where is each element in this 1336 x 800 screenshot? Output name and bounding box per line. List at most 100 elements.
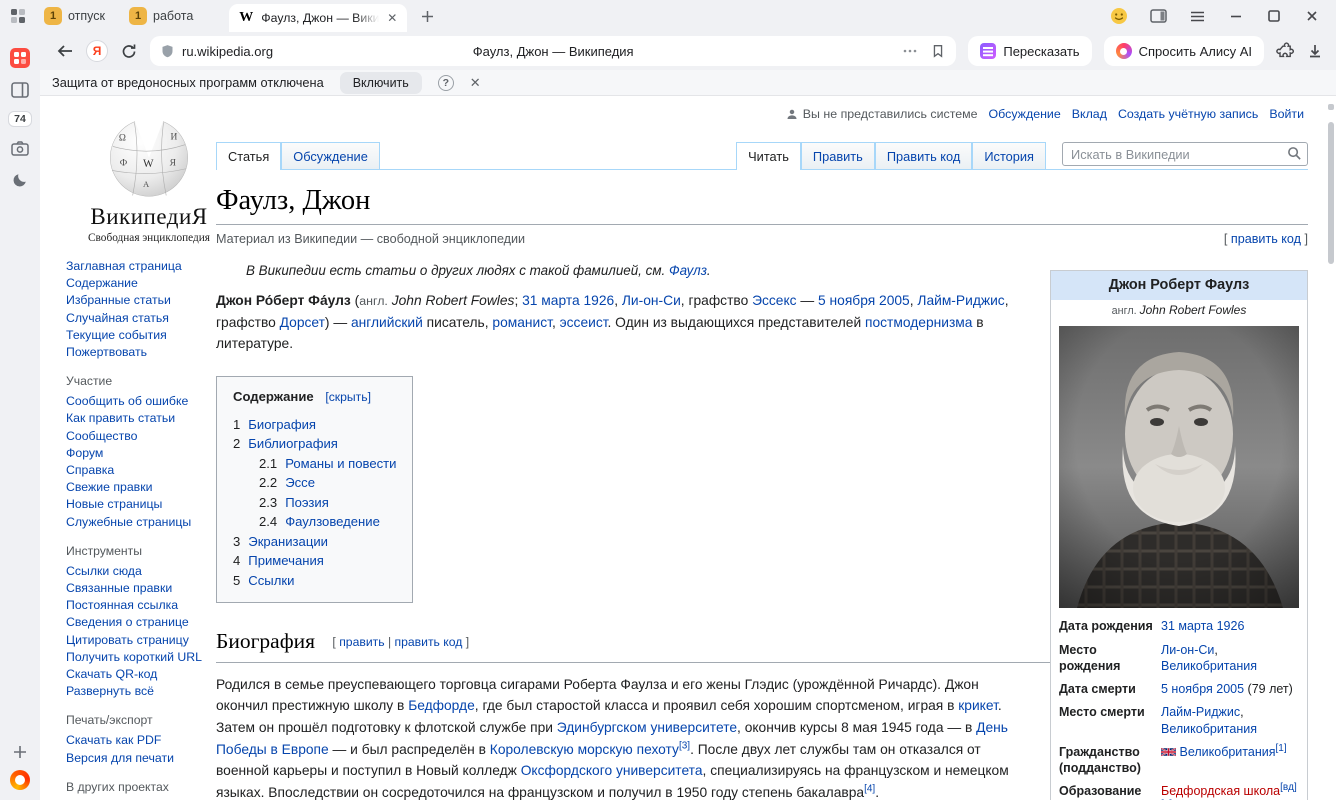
toc-hide-link[interactable]: [скрыть] xyxy=(325,390,371,404)
notification-close-icon[interactable]: ✕ xyxy=(470,75,481,91)
sidebar-link[interactable]: Сообщить об ошибке xyxy=(66,393,218,410)
tab-read[interactable]: Читать xyxy=(736,142,801,169)
tab-edit[interactable]: Править xyxy=(801,142,875,169)
counter-badge[interactable]: 74 xyxy=(8,111,32,127)
side-panel-toggle-icon[interactable] xyxy=(1150,8,1167,24)
infobox-value[interactable]: Лайм-Риджис, Великобритания xyxy=(1153,704,1299,737)
search-icon[interactable] xyxy=(1287,146,1302,161)
sidebar-link[interactable]: Избранные статьи xyxy=(66,292,218,309)
rewards-smiley-icon[interactable] xyxy=(1110,7,1128,25)
yandex-services-icon[interactable] xyxy=(10,42,30,74)
toc-item[interactable]: 3Экранизации xyxy=(233,532,396,552)
toc-link[interactable]: Романы и повести xyxy=(285,456,396,471)
sidebar-link[interactable]: Связанные правки xyxy=(66,580,218,597)
sidebar-link[interactable]: Форум xyxy=(66,445,218,462)
screenshot-icon[interactable] xyxy=(11,132,29,164)
wikipedia-logo[interactable]: Ω И Ф W Я А ВикипедиЯ Свободная энциклоп… xyxy=(66,112,232,244)
sidebar-link[interactable]: Свежие правки xyxy=(66,479,218,496)
sidebar-link[interactable]: Версия для печати xyxy=(66,750,218,767)
personal-link[interactable]: Вклад xyxy=(1072,107,1107,121)
bookmark-icon[interactable] xyxy=(930,43,946,59)
add-panel-button[interactable] xyxy=(13,736,27,768)
toc-link[interactable]: Экранизации xyxy=(248,534,328,549)
tab-talk[interactable]: Обсуждение xyxy=(281,142,380,169)
back-button[interactable] xyxy=(56,42,74,60)
tab-group[interactable]: 1отпуск xyxy=(34,3,115,29)
sidebar-link[interactable]: Сообщество xyxy=(66,428,218,445)
reload-button[interactable] xyxy=(120,42,138,60)
sidebar-link[interactable]: Как править статьи xyxy=(66,410,218,427)
help-icon[interactable]: ? xyxy=(438,75,454,91)
sidebar-link[interactable]: Ссылки сюда xyxy=(66,563,218,580)
toc-item[interactable]: 2.3Поэзия xyxy=(259,493,396,513)
search-input[interactable] xyxy=(1062,142,1308,166)
sidebar-link[interactable]: Пожертвовать xyxy=(66,344,218,361)
sidebar-link[interactable]: Справка xyxy=(66,462,218,479)
toc-item[interactable]: 2.1Романы и повести xyxy=(259,454,396,474)
address-bar[interactable]: ru.wikipedia.org Фаулз, Джон — Википедия xyxy=(150,36,956,66)
toc-item[interactable]: 2Библиография xyxy=(233,434,396,454)
more-actions-icon[interactable] xyxy=(902,43,918,59)
toc-link[interactable]: Эссе xyxy=(285,475,315,490)
tab-edit-source[interactable]: Править код xyxy=(875,142,973,169)
ask-alice-button[interactable]: Спросить Алису AI xyxy=(1104,36,1264,66)
personal-link[interactable]: Обсуждение xyxy=(989,107,1061,121)
scrollbar-track-top[interactable] xyxy=(1328,104,1334,110)
toc-item[interactable]: 5Ссылки xyxy=(233,571,396,591)
toc-item[interactable]: 4Примечания xyxy=(233,551,396,571)
toc-item[interactable]: 2.2Эссе xyxy=(259,473,396,493)
new-tab-button[interactable] xyxy=(421,10,434,23)
section-edit-links[interactable]: [ править | править код ] xyxy=(332,635,469,649)
yandex-search-button[interactable]: Я xyxy=(86,40,108,62)
tab-article[interactable]: Статья xyxy=(216,142,281,169)
toc-link[interactable]: Библиография xyxy=(248,436,338,451)
sidebar-link[interactable]: Служебные страницы xyxy=(66,514,218,531)
tab-group[interactable]: 1работа xyxy=(119,3,203,29)
portrait-photo[interactable] xyxy=(1059,326,1299,608)
toc-link[interactable]: Биография xyxy=(248,417,316,432)
sidebar-link[interactable]: Развернуть всё xyxy=(66,683,218,700)
sidebar-link[interactable]: Новые страницы xyxy=(66,496,218,513)
window-close-button[interactable] xyxy=(1304,8,1320,24)
sidebar-link[interactable]: Содержание xyxy=(66,275,218,292)
toc-link[interactable]: Поэзия xyxy=(285,495,329,510)
active-tab[interactable]: W Фаулз, Джон — Викип ✕ xyxy=(229,4,407,32)
infobox-value[interactable]: 31 марта 1926 xyxy=(1153,618,1299,634)
toc-link[interactable]: Примечания xyxy=(248,553,324,568)
enable-protection-button[interactable]: Включить xyxy=(340,72,422,94)
personal-link[interactable]: Создать учётную запись xyxy=(1118,107,1258,121)
toc-link[interactable]: Фаулзоведение xyxy=(285,514,380,529)
sidebar-link[interactable]: Случайная статья xyxy=(66,310,218,327)
sidebar-link[interactable]: Цитировать страницу xyxy=(66,632,218,649)
tab-close-icon[interactable]: ✕ xyxy=(387,11,397,25)
edit-source-top-link[interactable]: [ править код ] xyxy=(1224,232,1308,246)
extensions-puzzle-icon[interactable] xyxy=(1276,42,1294,60)
sidebar-link[interactable]: Заглавная страница xyxy=(66,258,218,275)
downloads-icon[interactable] xyxy=(1306,42,1324,60)
infobox-value[interactable]: 5 ноября 2005 (79 лет) xyxy=(1153,681,1299,697)
site-security-shield-icon[interactable] xyxy=(160,43,175,59)
window-minimize-button[interactable] xyxy=(1228,8,1244,24)
personal-link[interactable]: Войти xyxy=(1269,107,1304,121)
menu-icon[interactable] xyxy=(1189,8,1206,25)
sidebar-link[interactable]: Текущие события xyxy=(66,327,218,344)
sidebar-link[interactable]: Сведения о странице xyxy=(66,614,218,631)
sidebar-link[interactable]: Скачать QR-код xyxy=(66,666,218,683)
sidebar-link[interactable]: Получить короткий URL xyxy=(66,649,218,666)
toc-item[interactable]: 1Биография xyxy=(233,415,396,435)
summarize-button[interactable]: Пересказать xyxy=(968,36,1091,66)
panels-icon[interactable] xyxy=(11,74,29,106)
infobox-value[interactable]: Ли-он-Си, Великобритания xyxy=(1153,642,1299,675)
scrollbar-thumb[interactable] xyxy=(1328,122,1334,264)
tab-history[interactable]: История xyxy=(972,142,1046,169)
toc-item[interactable]: 2.4Фаулзоведение xyxy=(259,512,396,532)
tab-groups-icon[interactable] xyxy=(10,8,26,24)
dark-mode-icon[interactable] xyxy=(12,164,28,196)
window-maximize-button[interactable] xyxy=(1266,8,1282,24)
infobox-value[interactable]: Великобритания[1] xyxy=(1153,744,1299,777)
toc-link[interactable]: Ссылки xyxy=(248,573,294,588)
sidebar-link[interactable]: Скачать как PDF xyxy=(66,732,218,749)
browser-logo-icon[interactable] xyxy=(10,768,30,800)
sidebar-link[interactable]: Постоянная ссылка xyxy=(66,597,218,614)
infobox-value[interactable]: Бедфордская школа[вд][2], Новый колледж xyxy=(1153,783,1299,800)
